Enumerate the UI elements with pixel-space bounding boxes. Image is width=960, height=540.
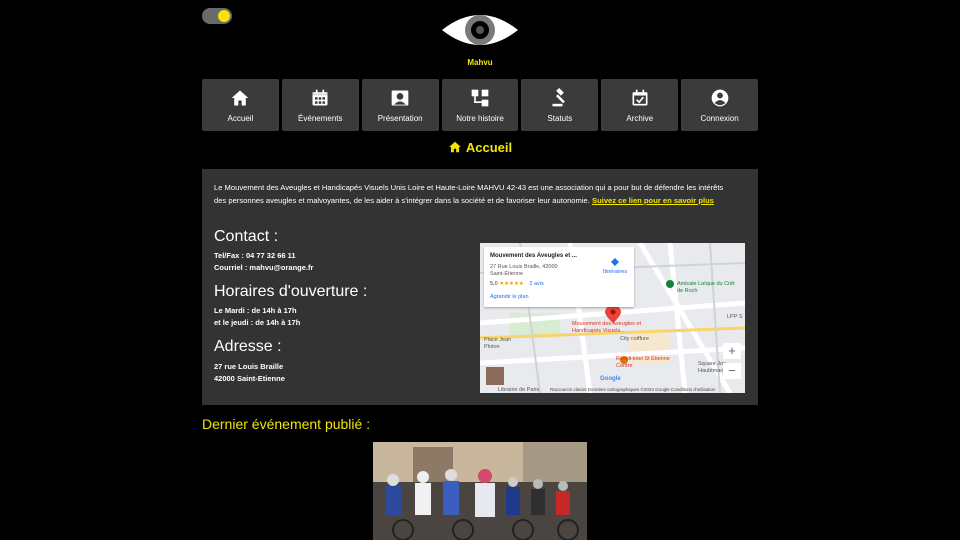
- nav-label: Connexion: [700, 113, 739, 123]
- map-pin-label: Mouvement des Aveugles et Handicapés Vis…: [572, 321, 641, 334]
- nav-item-evenements[interactable]: Événements: [281, 79, 359, 131]
- address-details: 27 rue Louis Braille 42000 Saint-Etienne: [214, 361, 285, 385]
- directions-icon: [611, 258, 619, 266]
- calendar-check-icon: [632, 89, 648, 105]
- person-card-icon: [391, 90, 409, 105]
- address-line: 42000 Saint-Etienne: [214, 374, 285, 383]
- nav-item-notre-histoire[interactable]: Notre histoire: [441, 79, 519, 131]
- contact-heading: Contact :: [214, 228, 279, 245]
- zoom-in-button[interactable]: +: [723, 343, 741, 359]
- reviews-link[interactable]: 2 avis: [529, 281, 543, 287]
- hours-heading: Horaires d'ouverture :: [214, 283, 368, 300]
- map-place-label: ResidHotel St Étienne Centre: [616, 356, 670, 369]
- map-place-address: 27 Rue Louis Braille, 42000 Saint-Étienn…: [490, 264, 558, 277]
- map-place-label: Librairie de Paris: [498, 387, 540, 393]
- map-place-title: Mouvement des Aveugles et ...: [490, 253, 577, 259]
- cyclists-photo: [373, 442, 587, 540]
- nav-item-accueil[interactable]: Accueil: [202, 79, 279, 131]
- hours-details: Le Mardi : de 14h à 17h et le jeudi : de…: [214, 305, 300, 329]
- map-footer: Raccourcis clavier Données cartographiqu…: [550, 387, 716, 392]
- nav-label: Archive: [626, 113, 654, 123]
- rating-value: 5,0: [490, 281, 498, 287]
- enlarge-map-link[interactable]: Agrandir le plan: [490, 294, 529, 300]
- gavel-icon: [552, 87, 565, 106]
- nav-label: Statuts: [547, 113, 573, 123]
- nav-item-connexion[interactable]: Connexion: [681, 79, 759, 131]
- map-place-label: Amicale Laïque du Crêt de Roch: [677, 281, 735, 294]
- nav-label: Événements: [298, 113, 343, 123]
- nav-item-statuts[interactable]: Statuts: [521, 79, 599, 131]
- google-logo: Google: [600, 376, 621, 382]
- home-icon: [232, 90, 249, 105]
- event-photo[interactable]: [373, 442, 587, 540]
- user-circle-icon: [711, 89, 728, 106]
- map-place-card: Mouvement des Aveugles et ... 27 Rue Lou…: [484, 247, 634, 307]
- main-nav: Accueil Événements Présentation Notre hi…: [202, 79, 759, 131]
- address-line: 27 rue Louis Braille: [214, 362, 284, 371]
- directions-button[interactable]: Itinéraires: [600, 257, 630, 275]
- map-place-label: LPP S: [727, 314, 743, 320]
- theme-toggle[interactable]: [202, 8, 232, 24]
- page-title: Accueil: [0, 140, 960, 155]
- last-event-heading: Dernier événement publié :: [202, 416, 371, 432]
- contact-email: Courriel : mahvu@orange.fr: [214, 263, 314, 272]
- contact-details: Tel/Fax : 04 77 32 66 11 Courriel : mahv…: [214, 250, 313, 274]
- learn-more-link[interactable]: Suivez ce lien pour en savoir plus: [592, 196, 714, 205]
- nav-label: Notre histoire: [456, 113, 504, 123]
- directions-label: Itinéraires: [602, 269, 628, 275]
- calendar-icon: [312, 89, 328, 105]
- contact-phone: Tel/Fax : 04 77 32 66 11: [214, 251, 296, 260]
- nav-item-archive[interactable]: Archive: [601, 79, 679, 131]
- eye-logo-icon: [442, 15, 518, 45]
- nav-label: Présentation: [377, 113, 423, 123]
- toggle-knob: [218, 10, 230, 22]
- brand-name: Mahvu: [467, 58, 493, 67]
- hours-line: et le jeudi : de 14h à 17h: [214, 318, 301, 327]
- nav-item-presentation[interactable]: Présentation: [361, 79, 439, 131]
- map-place-rating: 5,0 ★★★★★ 2 avis: [490, 281, 544, 287]
- sitemap-icon: [471, 89, 489, 106]
- intro-paragraph: Le Mouvement des Aveugles et Handicapés …: [214, 181, 734, 207]
- page-title-text: Accueil: [465, 140, 513, 155]
- zoom-out-button[interactable]: −: [723, 363, 741, 379]
- hours-line: Le Mardi : de 14h à 17h: [214, 306, 297, 315]
- address-heading: Adresse :: [214, 338, 282, 355]
- home-icon: [449, 141, 461, 153]
- nav-label: Accueil: [227, 113, 254, 123]
- star-icon: ★★★★★: [499, 281, 524, 287]
- google-map[interactable]: Mouvement des Aveugles et ... 27 Rue Lou…: [480, 243, 745, 393]
- map-place-label: Place Jean Ploton: [484, 337, 512, 350]
- info-panel: Le Mouvement des Aveugles et Handicapés …: [202, 169, 758, 405]
- map-place-label: City coiffure: [620, 336, 649, 342]
